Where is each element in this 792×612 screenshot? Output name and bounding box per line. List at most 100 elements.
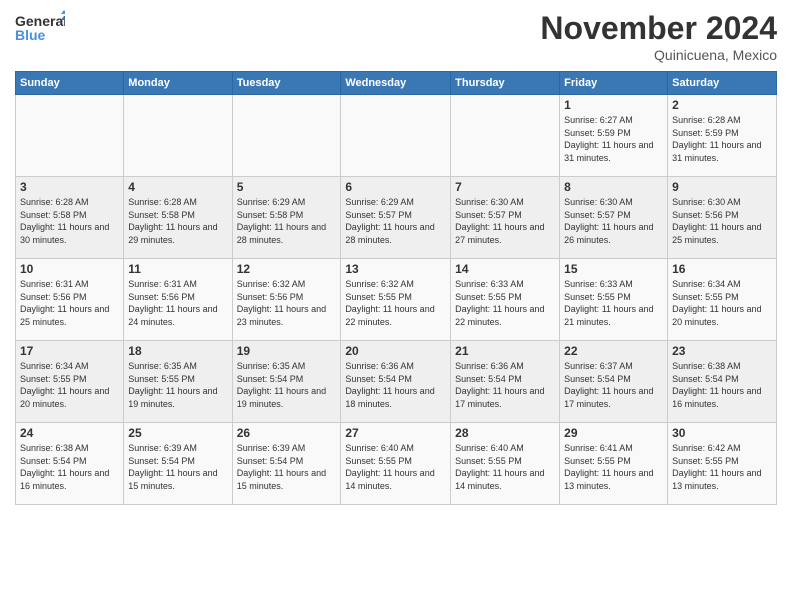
calendar-week-row: 24Sunrise: 6:38 AM Sunset: 5:54 PM Dayli…	[16, 423, 777, 505]
day-number: 10	[20, 262, 119, 276]
calendar-cell: 17 Sunrise: 6:34 AM Sunset: 5:55 PM Dayli…	[16, 341, 124, 423]
calendar-cell: 21Sunrise: 6:36 AM Sunset: 5:54 PM Dayli…	[451, 341, 560, 423]
day-info: Sunrise: 6:38 AM Sunset: 5:54 PM Dayligh…	[672, 360, 772, 410]
day-number: 11	[128, 262, 227, 276]
calendar-week-row: 1Sunrise: 6:27 AM Sunset: 5:59 PM Daylig…	[16, 95, 777, 177]
col-monday: Monday	[124, 72, 232, 95]
day-number: 3	[20, 180, 119, 194]
calendar-cell: 13 Sunrise: 6:32 AM Sunset: 5:55 PM Dayli…	[341, 259, 451, 341]
calendar-cell: 25 Sunrise: 6:39 AM Sunset: 5:54 PM Dayli…	[124, 423, 232, 505]
calendar-cell: 8 Sunrise: 6:30 AM Sunset: 5:57 PM Daylig…	[560, 177, 668, 259]
calendar-week-row: 3 Sunrise: 6:28 AM Sunset: 5:58 PM Daylig…	[16, 177, 777, 259]
calendar-week-row: 10 Sunrise: 6:31 AM Sunset: 5:56 PM Dayli…	[16, 259, 777, 341]
calendar-cell	[232, 95, 341, 177]
col-wednesday: Wednesday	[341, 72, 451, 95]
calendar-cell	[16, 95, 124, 177]
calendar-header: Sunday Monday Tuesday Wednesday Thursday…	[16, 72, 777, 95]
calendar-cell: 15Sunrise: 6:33 AM Sunset: 5:55 PM Dayli…	[560, 259, 668, 341]
calendar-cell: 3 Sunrise: 6:28 AM Sunset: 5:58 PM Daylig…	[16, 177, 124, 259]
day-info: Sunrise: 6:36 AM Sunset: 5:54 PM Dayligh…	[455, 360, 555, 410]
day-info: Sunrise: 6:31 AM Sunset: 5:56 PM Dayligh…	[128, 278, 227, 328]
day-number: 28	[455, 426, 555, 440]
day-info: Sunrise: 6:29 AM Sunset: 5:58 PM Dayligh…	[237, 196, 337, 246]
day-info: Sunrise: 6:32 AM Sunset: 5:55 PM Dayligh…	[345, 278, 446, 328]
col-saturday: Saturday	[668, 72, 777, 95]
day-number: 1	[564, 98, 663, 112]
day-number: 19	[237, 344, 337, 358]
logo-svg: General Blue	[15, 10, 65, 50]
day-info: Sunrise: 6:28 AM Sunset: 5:59 PM Dayligh…	[672, 114, 772, 164]
day-info: Sunrise: 6:28 AM Sunset: 5:58 PM Dayligh…	[128, 196, 227, 246]
calendar-cell	[124, 95, 232, 177]
calendar-cell: 7Sunrise: 6:30 AM Sunset: 5:57 PM Daylig…	[451, 177, 560, 259]
calendar-cell: 4 Sunrise: 6:28 AM Sunset: 5:58 PM Daylig…	[124, 177, 232, 259]
col-friday: Friday	[560, 72, 668, 95]
day-info: Sunrise: 6:39 AM Sunset: 5:54 PM Dayligh…	[237, 442, 337, 492]
location-subtitle: Quinicuena, Mexico	[540, 47, 777, 63]
month-title: November 2024	[540, 10, 777, 47]
calendar-cell: 22Sunrise: 6:37 AM Sunset: 5:54 PM Dayli…	[560, 341, 668, 423]
day-info: Sunrise: 6:34 AM Sunset: 5:55 PM Dayligh…	[20, 360, 119, 410]
day-number: 18	[128, 344, 227, 358]
calendar-week-row: 17 Sunrise: 6:34 AM Sunset: 5:55 PM Dayli…	[16, 341, 777, 423]
day-info: Sunrise: 6:35 AM Sunset: 5:54 PM Dayligh…	[237, 360, 337, 410]
calendar-cell: 2Sunrise: 6:28 AM Sunset: 5:59 PM Daylig…	[668, 95, 777, 177]
day-info: Sunrise: 6:39 AM Sunset: 5:54 PM Dayligh…	[128, 442, 227, 492]
day-number: 12	[237, 262, 337, 276]
calendar-cell: 12 Sunrise: 6:32 AM Sunset: 5:56 PM Dayli…	[232, 259, 341, 341]
day-number: 26	[237, 426, 337, 440]
col-tuesday: Tuesday	[232, 72, 341, 95]
day-number: 27	[345, 426, 446, 440]
day-number: 7	[455, 180, 555, 194]
calendar-cell: 11 Sunrise: 6:31 AM Sunset: 5:56 PM Dayli…	[124, 259, 232, 341]
day-number: 5	[237, 180, 337, 194]
day-number: 4	[128, 180, 227, 194]
calendar-cell: 6 Sunrise: 6:29 AM Sunset: 5:57 PM Daylig…	[341, 177, 451, 259]
day-info: Sunrise: 6:30 AM Sunset: 5:56 PM Dayligh…	[672, 196, 772, 246]
day-number: 6	[345, 180, 446, 194]
calendar-body: 1Sunrise: 6:27 AM Sunset: 5:59 PM Daylig…	[16, 95, 777, 505]
calendar-cell	[341, 95, 451, 177]
day-info: Sunrise: 6:42 AM Sunset: 5:55 PM Dayligh…	[672, 442, 772, 492]
day-number: 24	[20, 426, 119, 440]
day-info: Sunrise: 6:41 AM Sunset: 5:55 PM Dayligh…	[564, 442, 663, 492]
day-number: 20	[345, 344, 446, 358]
calendar-cell: 29 Sunrise: 6:41 AM Sunset: 5:55 PM Dayli…	[560, 423, 668, 505]
calendar-cell: 27 Sunrise: 6:40 AM Sunset: 5:55 PM Dayli…	[341, 423, 451, 505]
day-info: Sunrise: 6:31 AM Sunset: 5:56 PM Dayligh…	[20, 278, 119, 328]
calendar-cell: 24Sunrise: 6:38 AM Sunset: 5:54 PM Dayli…	[16, 423, 124, 505]
calendar-table: Sunday Monday Tuesday Wednesday Thursday…	[15, 71, 777, 505]
col-sunday: Sunday	[16, 72, 124, 95]
calendar-cell: 30 Sunrise: 6:42 AM Sunset: 5:55 PM Dayli…	[668, 423, 777, 505]
day-number: 17	[20, 344, 119, 358]
title-block: November 2024 Quinicuena, Mexico	[540, 10, 777, 63]
calendar-cell: 26 Sunrise: 6:39 AM Sunset: 5:54 PM Dayli…	[232, 423, 341, 505]
day-number: 15	[564, 262, 663, 276]
calendar-cell: 20Sunrise: 6:36 AM Sunset: 5:54 PM Dayli…	[341, 341, 451, 423]
day-number: 13	[345, 262, 446, 276]
calendar-cell: 1Sunrise: 6:27 AM Sunset: 5:59 PM Daylig…	[560, 95, 668, 177]
col-thursday: Thursday	[451, 72, 560, 95]
day-info: Sunrise: 6:34 AM Sunset: 5:55 PM Dayligh…	[672, 278, 772, 328]
day-number: 8	[564, 180, 663, 194]
day-number: 23	[672, 344, 772, 358]
day-info: Sunrise: 6:40 AM Sunset: 5:55 PM Dayligh…	[345, 442, 446, 492]
day-info: Sunrise: 6:32 AM Sunset: 5:56 PM Dayligh…	[237, 278, 337, 328]
day-number: 30	[672, 426, 772, 440]
day-info: Sunrise: 6:40 AM Sunset: 5:55 PM Dayligh…	[455, 442, 555, 492]
calendar-cell	[451, 95, 560, 177]
day-number: 29	[564, 426, 663, 440]
calendar-cell: 19 Sunrise: 6:35 AM Sunset: 5:54 PM Dayli…	[232, 341, 341, 423]
svg-text:Blue: Blue	[15, 27, 46, 43]
calendar-cell: 10 Sunrise: 6:31 AM Sunset: 5:56 PM Dayli…	[16, 259, 124, 341]
calendar-cell: 14Sunrise: 6:33 AM Sunset: 5:55 PM Dayli…	[451, 259, 560, 341]
calendar-cell: 9 Sunrise: 6:30 AM Sunset: 5:56 PM Daylig…	[668, 177, 777, 259]
day-info: Sunrise: 6:28 AM Sunset: 5:58 PM Dayligh…	[20, 196, 119, 246]
calendar-cell: 28 Sunrise: 6:40 AM Sunset: 5:55 PM Dayli…	[451, 423, 560, 505]
day-number: 9	[672, 180, 772, 194]
day-number: 25	[128, 426, 227, 440]
calendar-cell: 16Sunrise: 6:34 AM Sunset: 5:55 PM Dayli…	[668, 259, 777, 341]
day-info: Sunrise: 6:29 AM Sunset: 5:57 PM Dayligh…	[345, 196, 446, 246]
day-number: 22	[564, 344, 663, 358]
day-info: Sunrise: 6:30 AM Sunset: 5:57 PM Dayligh…	[564, 196, 663, 246]
